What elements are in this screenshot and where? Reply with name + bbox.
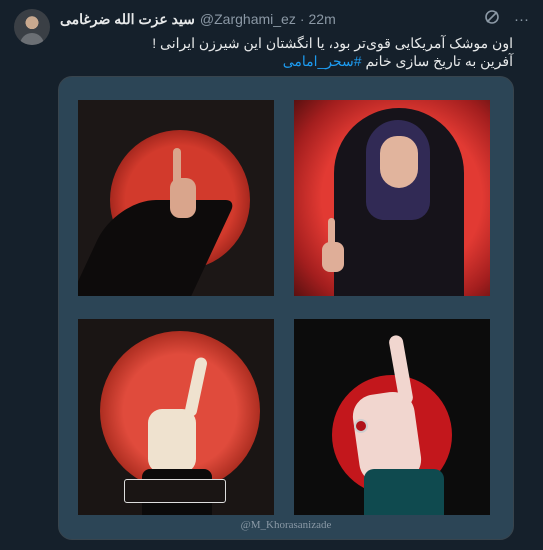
grok-icon[interactable] (484, 9, 500, 31)
panel-hand-ring (294, 319, 490, 515)
avatar[interactable] (14, 9, 50, 45)
hashtag-link[interactable]: #سحر_امامی (283, 53, 362, 69)
tweet-text-line-1: اون موشک آمریکایی قوی‌تر بود، یا انگشتان… (152, 35, 513, 51)
tweet-card[interactable]: سید عزت الله ضرغامی @Zarghami_ez · 22m ·… (0, 0, 543, 550)
user-handle[interactable]: @Zarghami_ez (200, 11, 296, 27)
calligraphy-emblem (124, 479, 226, 503)
panel-hand-red-circle (78, 100, 274, 296)
display-name[interactable]: سید عزت الله ضرغامی (60, 11, 195, 28)
more-options-icon[interactable]: ··· (514, 10, 529, 30)
header-actions: ··· (484, 9, 529, 31)
timestamp[interactable]: 22m (309, 11, 336, 27)
separator-dot: · (299, 11, 305, 27)
tweet-text-prefix: آفرین به تاریخ سازی خانم (361, 53, 513, 69)
image-watermark: @M_Khorasanizade (240, 519, 332, 531)
tweet-text: اون موشک آمریکایی قوی‌تر بود، یا انگشتان… (53, 34, 513, 70)
panel-fist-finger (78, 319, 274, 515)
tweet-media-image[interactable]: @M_Khorasanizade (58, 76, 514, 540)
tweet-header: سید عزت الله ضرغامی @Zarghami_ez · 22m ·… (60, 9, 529, 29)
tweet-text-line-2: آفرین به تاریخ سازی خانم #سحر_امامی (53, 52, 513, 70)
panel-woman-pointing (294, 100, 490, 296)
